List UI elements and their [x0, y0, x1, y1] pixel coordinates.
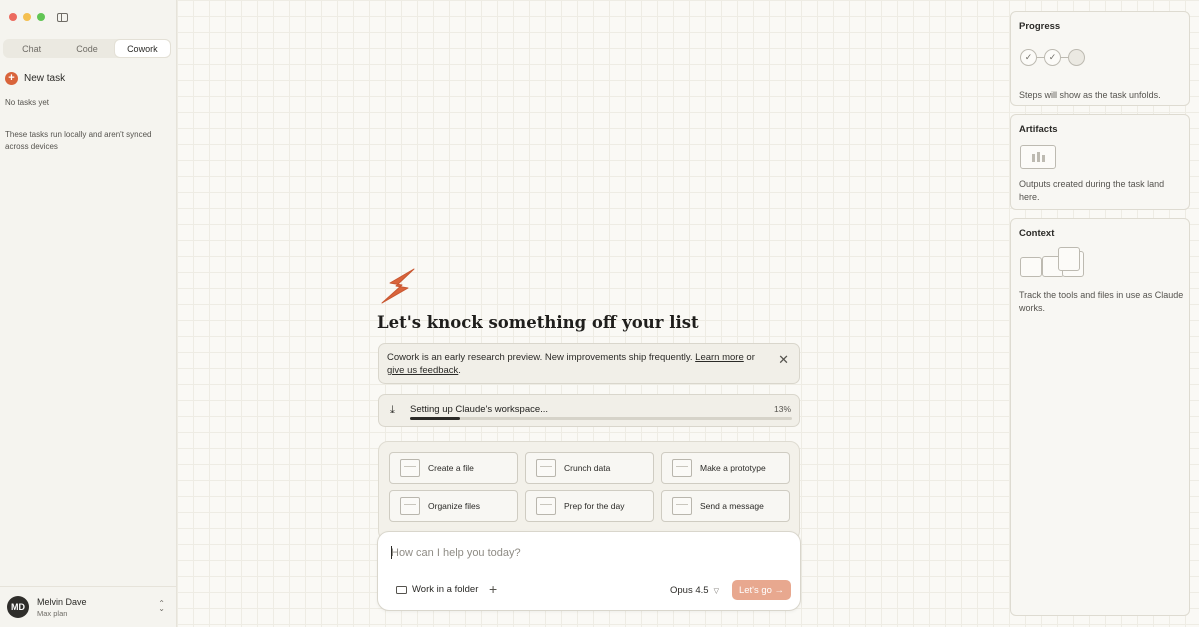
- action-organize-files[interactable]: Organize files: [389, 490, 518, 522]
- setup-label: Setting up Claude's workspace...: [410, 404, 549, 415]
- action-label: Prep for the day: [564, 501, 625, 511]
- step-indicators: ✓ ✓: [1020, 49, 1085, 66]
- progress-panel: Progress ✓ ✓ Steps will show as the task…: [1010, 11, 1190, 106]
- setup-progress-bar: [410, 417, 792, 420]
- action-label: Crunch data: [564, 463, 611, 473]
- avatar: MD: [7, 596, 29, 618]
- close-window-button[interactable]: [9, 13, 17, 21]
- workspace-setup-status: ⤓ Setting up Claude's workspace... 13%: [378, 394, 800, 427]
- new-task-label: New task: [24, 73, 66, 84]
- user-name: Melvin Dave: [37, 596, 87, 607]
- folder-icon: [396, 585, 407, 594]
- action-label: Create a file: [428, 463, 474, 473]
- check-icon: ✓: [1020, 49, 1037, 66]
- setup-percent: 13%: [773, 404, 791, 414]
- local-tasks-note: These tasks run locally and aren't synce…: [5, 130, 152, 151]
- context-panel: Context Track the tools and files in use…: [1010, 218, 1190, 616]
- page-title: Let's knock something off your list: [377, 313, 699, 332]
- prototype-icon: [672, 459, 692, 477]
- minimize-window-button[interactable]: [23, 13, 31, 21]
- sidebar: Chat Code Cowork + New task No tasks yet…: [0, 0, 177, 627]
- mode-tabs: Chat Code Cowork: [3, 39, 171, 58]
- context-title: Context: [1019, 228, 1055, 239]
- calendar-icon: [536, 497, 556, 515]
- action-crunch-data[interactable]: Crunch data: [525, 452, 654, 484]
- model-name: Opus 4.5: [670, 585, 709, 596]
- model-selector[interactable]: Opus 4.5 ▽: [670, 585, 719, 596]
- plus-icon: +: [5, 72, 18, 85]
- artifact-chart-icon: [1020, 145, 1056, 169]
- context-description: Track the tools and files in use as Clau…: [1019, 290, 1184, 313]
- user-plan: Max plan: [37, 608, 68, 618]
- feedback-link[interactable]: give us feedback: [387, 365, 458, 376]
- action-create-file[interactable]: Create a file: [389, 452, 518, 484]
- empty-state-text: No tasks yet: [5, 98, 50, 107]
- sidebar-toggle-icon[interactable]: [57, 13, 68, 22]
- work-in-folder-button[interactable]: Work in a folder: [396, 584, 478, 595]
- learn-more-link[interactable]: Learn more: [695, 352, 744, 363]
- notice-period: .: [458, 365, 461, 376]
- notice-or: or: [743, 352, 755, 363]
- chevron-up-down-icon: ⌃ ⌄: [158, 599, 165, 613]
- work-in-folder-label: Work in a folder: [412, 584, 479, 595]
- text-caret: [391, 546, 392, 559]
- progress-title: Progress: [1019, 21, 1061, 32]
- action-label: Make a prototype: [700, 463, 766, 473]
- progress-description: Steps will show as the task unfolds.: [1019, 90, 1161, 100]
- message-composer: Work in a folder + Opus 4.5 ▽ Let's go →: [377, 531, 801, 611]
- download-icon: ⤓: [390, 404, 395, 416]
- user-account-button[interactable]: MD Melvin Dave Max plan ⌃ ⌄: [0, 586, 177, 627]
- tab-code[interactable]: Code: [59, 40, 114, 57]
- chevron-down-icon: ▽: [713, 587, 719, 595]
- prompt-input[interactable]: [391, 545, 771, 561]
- file-icon: [400, 459, 420, 477]
- notice-text: Cowork is an early research preview. New…: [387, 352, 696, 363]
- chart-icon: [536, 459, 556, 477]
- action-label: Send a message: [700, 501, 764, 511]
- artifacts-title: Artifacts: [1019, 124, 1058, 135]
- action-prep-for-day[interactable]: Prep for the day: [525, 490, 654, 522]
- artifacts-panel: Artifacts Outputs created during the tas…: [1010, 114, 1190, 210]
- preview-notice: Cowork is an early research preview. New…: [378, 343, 800, 384]
- close-icon[interactable]: ✕: [778, 353, 789, 366]
- cowork-logo-icon: [381, 268, 415, 304]
- folder-icon: [400, 497, 420, 515]
- pending-step-icon: [1068, 49, 1085, 66]
- add-attachment-button[interactable]: +: [489, 581, 497, 597]
- tab-cowork[interactable]: Cowork: [114, 40, 170, 57]
- submit-button[interactable]: Let's go →: [732, 580, 791, 600]
- message-icon: [672, 497, 692, 515]
- quick-actions-panel: Create a file Crunch data Make a prototy…: [378, 441, 800, 541]
- action-make-prototype[interactable]: Make a prototype: [661, 452, 790, 484]
- maximize-window-button[interactable]: [37, 13, 45, 21]
- setup-progress-fill: [410, 417, 460, 420]
- new-task-button[interactable]: + New task: [5, 72, 65, 85]
- tab-chat[interactable]: Chat: [4, 40, 59, 57]
- action-label: Organize files: [428, 501, 480, 511]
- check-icon: ✓: [1044, 49, 1061, 66]
- window-controls: [9, 13, 45, 21]
- action-send-message[interactable]: Send a message: [661, 490, 790, 522]
- artifacts-description: Outputs created during the task land her…: [1019, 179, 1165, 202]
